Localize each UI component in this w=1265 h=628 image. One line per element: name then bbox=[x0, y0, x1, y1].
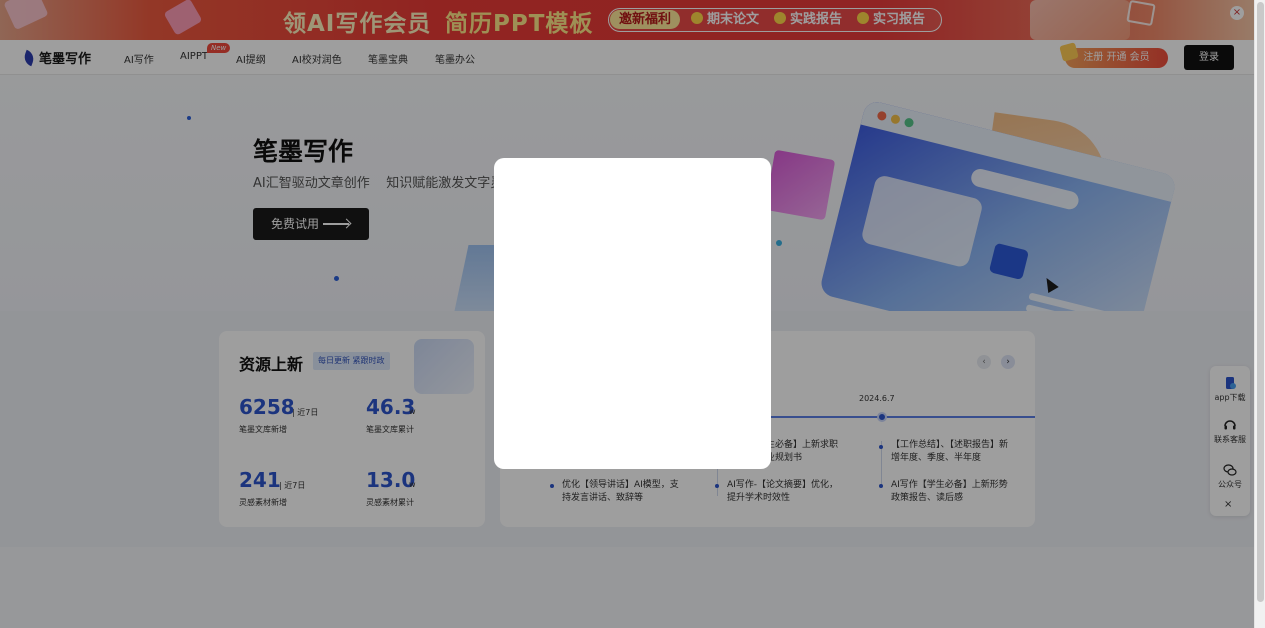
page-scrollbar[interactable] bbox=[1254, 0, 1265, 628]
scrollbar-thumb[interactable] bbox=[1257, 2, 1264, 602]
modal-dialog[interactable] bbox=[494, 158, 771, 469]
